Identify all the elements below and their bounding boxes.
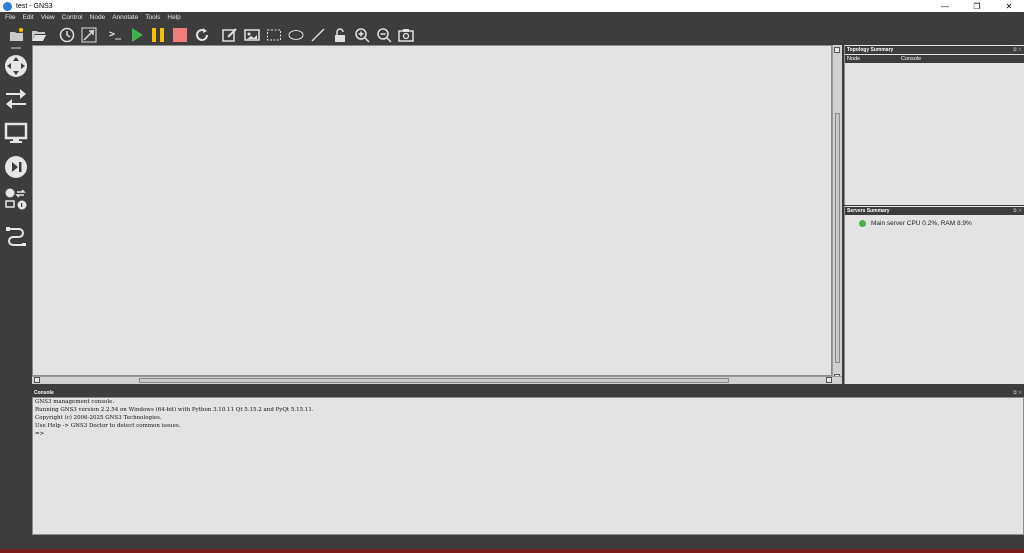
vertical-scroll-thumb[interactable] xyxy=(835,113,840,363)
end-devices-icon[interactable] xyxy=(3,120,29,146)
canvas-vertical-scrollbar[interactable] xyxy=(832,45,842,384)
draw-ellipse-icon[interactable] xyxy=(287,26,304,43)
toolbar-grip xyxy=(11,47,21,49)
topology-table-header: Node Console xyxy=(845,55,1024,63)
console-line: GNS3 management console. xyxy=(35,399,115,405)
menu-control[interactable]: Control xyxy=(62,14,83,21)
scroll-right-arrow[interactable] xyxy=(826,377,832,383)
taskbar-edge xyxy=(0,549,1024,553)
console-label: Console xyxy=(34,390,54,396)
console-line: Copyright (c) 2006-2025 GNS3 Technologie… xyxy=(35,415,162,421)
server-label: Main server CPU 0.2%, RAM 8.9% xyxy=(871,220,972,227)
console-output[interactable]: GNS3 management console. Running GNS3 ve… xyxy=(32,397,1024,535)
reload-all-icon[interactable] xyxy=(193,26,210,43)
add-note-icon[interactable] xyxy=(221,26,238,43)
all-devices-icon[interactable] xyxy=(3,186,29,212)
insert-image-icon[interactable] xyxy=(243,26,260,43)
console-all-icon[interactable]: >_ xyxy=(104,26,126,43)
menu-view[interactable]: View xyxy=(41,14,55,21)
topology-summary-label: Topology Summary xyxy=(847,47,894,53)
dock-float-close-controls[interactable]: ⧉ ✕ xyxy=(1013,207,1022,215)
open-project-icon[interactable] xyxy=(30,26,47,43)
draw-rectangle-icon[interactable] xyxy=(265,26,282,43)
status-bar xyxy=(0,535,1024,549)
topology-summary-dock: Topology Summary ⧉ ✕ Node Console xyxy=(844,45,1024,205)
console-prompt[interactable]: => xyxy=(33,430,1023,438)
minimize-button[interactable]: — xyxy=(930,0,960,12)
menu-node[interactable]: Node xyxy=(90,14,106,21)
restore-button[interactable]: ❐ xyxy=(962,0,992,12)
menu-annotate[interactable]: Annotate xyxy=(112,14,138,21)
show-interface-labels-icon[interactable] xyxy=(80,26,97,43)
dock-float-close-controls[interactable]: ⧉ ✕ xyxy=(1013,46,1022,54)
menu-bar: File Edit View Control Node Annotate Too… xyxy=(0,12,1024,23)
servers-summary-dock: Servers Summary ⧉ ✕ Main server CPU 0.2%… xyxy=(844,206,1024,384)
console-line: Running GNS3 version 2.2.54 on Windows (… xyxy=(35,407,314,413)
column-console[interactable]: Console xyxy=(901,56,921,62)
topology-summary-title: Topology Summary ⧉ ✕ xyxy=(845,46,1024,54)
lock-icon[interactable] xyxy=(331,26,348,43)
start-all-icon[interactable] xyxy=(128,26,145,43)
console-title: Console ⧉ ✕ xyxy=(32,389,1024,397)
zoom-out-icon[interactable] xyxy=(375,26,392,43)
servers-summary-title: Servers Summary ⧉ ✕ xyxy=(845,207,1024,215)
routers-icon[interactable] xyxy=(3,53,29,79)
draw-line-icon[interactable] xyxy=(309,26,326,43)
server-item[interactable]: Main server CPU 0.2%, RAM 8.9% xyxy=(859,220,972,227)
menu-file[interactable]: File xyxy=(5,14,15,21)
server-status-icon xyxy=(859,220,866,227)
zoom-in-icon[interactable] xyxy=(353,26,370,43)
console-line: Use Help -> GNS3 Doctor to detect common… xyxy=(35,423,181,429)
horizontal-scroll-thumb[interactable] xyxy=(139,378,729,383)
add-link-icon[interactable] xyxy=(3,222,29,248)
topology-canvas[interactable] xyxy=(32,45,832,376)
scroll-up-arrow[interactable] xyxy=(834,47,840,53)
menu-edit[interactable]: Edit xyxy=(22,14,33,21)
servers-list: Main server CPU 0.2%, RAM 8.9% xyxy=(845,217,1024,384)
window-title: test - GNS3 xyxy=(16,2,53,10)
scroll-left-arrow[interactable] xyxy=(34,377,40,383)
canvas-horizontal-scrollbar[interactable] xyxy=(32,376,842,384)
screenshot-icon[interactable] xyxy=(397,26,414,43)
snapshot-icon[interactable] xyxy=(58,26,75,43)
dock-float-close-controls[interactable]: ⧉ ✕ xyxy=(1013,389,1022,397)
servers-summary-label: Servers Summary xyxy=(847,208,890,214)
security-devices-icon[interactable] xyxy=(3,154,29,180)
new-project-icon[interactable] xyxy=(8,26,25,43)
main-toolbar: >_ xyxy=(0,23,1024,45)
menu-tools[interactable]: Tools xyxy=(145,14,160,21)
menu-help[interactable]: Help xyxy=(167,14,180,21)
stop-all-icon[interactable] xyxy=(171,26,188,43)
switches-icon[interactable] xyxy=(3,86,29,112)
suspend-all-icon[interactable] xyxy=(149,26,166,43)
device-toolbar xyxy=(0,45,32,535)
close-button[interactable]: ✕ xyxy=(994,0,1024,12)
gns3-app-icon xyxy=(3,1,12,11)
window-titlebar: test - GNS3 — ❐ ✕ xyxy=(0,0,1024,12)
column-node[interactable]: Node xyxy=(847,56,860,62)
topology-list[interactable] xyxy=(845,63,1024,205)
